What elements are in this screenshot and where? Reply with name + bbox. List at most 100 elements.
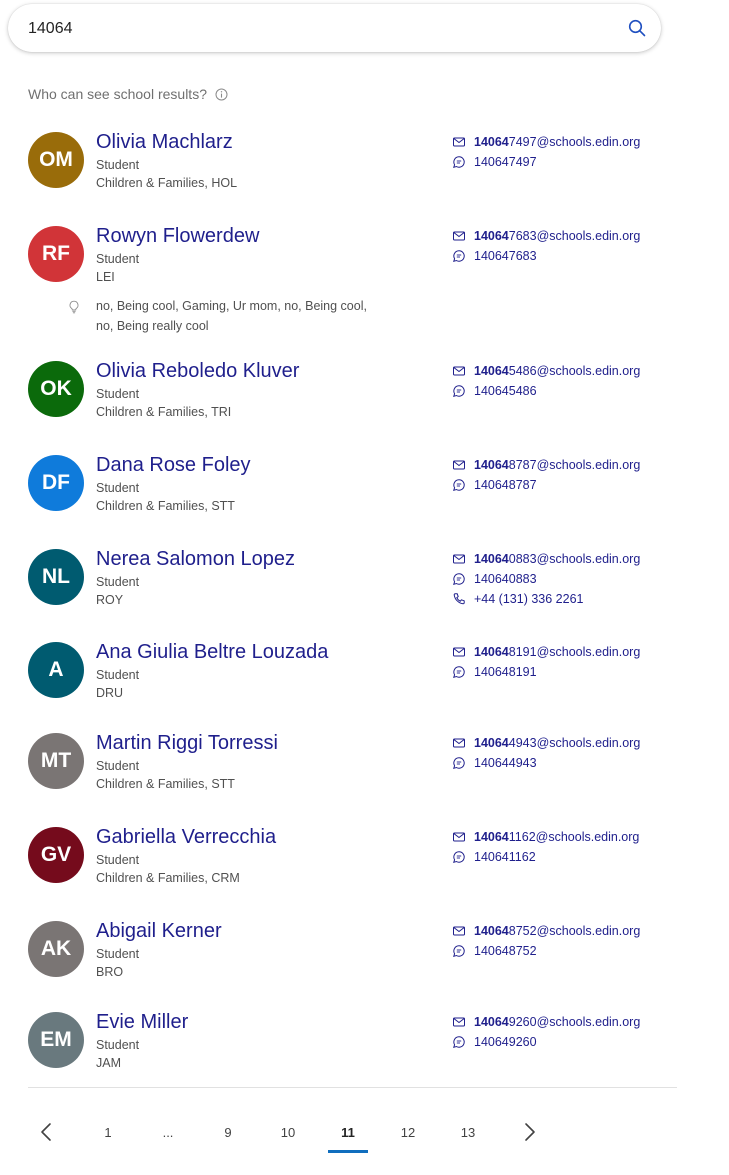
chat-link[interactable]: 140649260 [452, 1033, 537, 1051]
page-13[interactable]: 13 [448, 1112, 488, 1152]
chat-icon [452, 572, 466, 586]
person-name[interactable]: Evie Miller [96, 1011, 188, 1034]
chat-link[interactable]: 140647683 [452, 247, 537, 265]
chat-icon [452, 1035, 466, 1049]
email-rest: 7683@schools.edin.org [508, 229, 641, 243]
chat-link[interactable]: 140648787 [452, 476, 537, 494]
person-name[interactable]: Olivia Reboledo Kluver [96, 360, 299, 383]
next-page-button[interactable] [516, 1118, 544, 1146]
email-link[interactable]: 14064 5486@schools.edin.org [452, 362, 640, 380]
chat-icon [452, 384, 466, 398]
interests-line: no, Being really cool [96, 319, 209, 333]
chat-id: 140640883 [474, 572, 537, 586]
mail-icon [452, 924, 466, 938]
chat-icon [452, 665, 466, 679]
avatar[interactable]: EM [28, 1012, 84, 1068]
chat-id: 140641162 [474, 850, 536, 864]
chat-id: 140647683 [474, 249, 537, 263]
person-name[interactable]: Gabriella Verrecchia [96, 826, 276, 849]
person-department: LEI [96, 270, 115, 284]
avatar[interactable]: OK [28, 361, 84, 417]
email-link[interactable]: 14064 1162@schools.edin.org [452, 828, 639, 846]
mail-icon [452, 645, 466, 659]
person-department: Children & Families, STT [96, 499, 235, 513]
person-name[interactable]: Dana Rose Foley [96, 454, 251, 477]
email-link[interactable]: 14064 8191@schools.edin.org [452, 643, 640, 661]
page-11-current[interactable]: 11 [328, 1112, 368, 1153]
previous-page-button[interactable] [32, 1118, 60, 1146]
mail-icon [452, 135, 466, 149]
chat-link[interactable]: 140648191 [452, 663, 537, 681]
person-name[interactable]: Martin Riggi Torressi [96, 732, 278, 755]
email-match: 14064 [474, 229, 509, 243]
person-name[interactable]: Abigail Kerner [96, 920, 222, 943]
avatar[interactable]: MT [28, 733, 84, 789]
search-box [8, 4, 661, 52]
person-name[interactable]: Nerea Salomon Lopez [96, 548, 295, 571]
email-link[interactable]: 14064 8787@schools.edin.org [452, 456, 640, 474]
search-input[interactable] [28, 18, 608, 40]
chat-link[interactable]: 140640883 [452, 570, 537, 588]
person-department: DRU [96, 686, 124, 700]
phone-number: +44 (131) 336 2261 [474, 592, 584, 606]
person-title: Student [96, 158, 140, 172]
mail-icon [452, 1015, 466, 1029]
email-rest: 8752@schools.edin.org [508, 924, 641, 938]
chat-icon [452, 944, 466, 958]
chat-id: 140648787 [474, 478, 537, 492]
avatar[interactable]: DF [28, 455, 84, 511]
person-name[interactable]: Ana Giulia Beltre Louzada [96, 641, 328, 664]
email-match: 14064 [474, 364, 509, 378]
chat-icon [452, 478, 466, 492]
person-department: ROY [96, 593, 124, 607]
phone-link[interactable]: +44 (131) 336 2261 [452, 590, 583, 608]
search-button[interactable] [625, 16, 649, 40]
mail-icon [452, 830, 466, 844]
avatar[interactable]: A [28, 642, 84, 698]
divider [28, 1087, 677, 1088]
chat-id: 140644943 [474, 756, 537, 770]
chat-link[interactable]: 140641162 [452, 848, 536, 866]
page-ellipsis[interactable]: ... [148, 1112, 188, 1152]
email-link[interactable]: 14064 4943@schools.edin.org [452, 734, 640, 752]
chat-icon [452, 756, 466, 770]
page-1[interactable]: 1 [88, 1112, 128, 1152]
chat-id: 140649260 [474, 1035, 537, 1049]
email-match: 14064 [474, 645, 509, 659]
email-link[interactable]: 14064 7683@schools.edin.org [452, 227, 640, 245]
chat-link[interactable]: 140647497 [452, 153, 537, 171]
person-name[interactable]: Olivia Machlarz [96, 131, 233, 154]
person-name[interactable]: Rowyn Flowerdew [96, 225, 259, 248]
email-link[interactable]: 14064 9260@schools.edin.org [452, 1013, 640, 1031]
email-link[interactable]: 14064 7497@schools.edin.org [452, 133, 640, 151]
email-match: 14064 [474, 552, 509, 566]
avatar[interactable]: RF [28, 226, 84, 282]
avatar[interactable]: AK [28, 921, 84, 977]
chat-link[interactable]: 140645486 [452, 382, 537, 400]
avatar[interactable]: NL [28, 549, 84, 605]
phone-icon [452, 592, 466, 606]
email-rest: 9260@schools.edin.org [508, 1015, 641, 1029]
email-rest: 4943@schools.edin.org [508, 736, 641, 750]
chat-link[interactable]: 140648752 [452, 942, 537, 960]
email-rest: 5486@schools.edin.org [508, 364, 641, 378]
email-link[interactable]: 14064 8752@schools.edin.org [452, 922, 640, 940]
mail-icon [452, 552, 466, 566]
info-icon[interactable] [215, 88, 228, 101]
email-rest: 7497@schools.edin.org [508, 135, 641, 149]
page-12[interactable]: 12 [388, 1112, 428, 1152]
chat-id: 140648191 [474, 665, 537, 679]
page-10[interactable]: 10 [268, 1112, 308, 1152]
chevron-left-icon [41, 1123, 51, 1141]
person-interests: no, Being cool, Gaming, Ur mom, no, Bein… [96, 296, 386, 336]
chat-link[interactable]: 140644943 [452, 754, 537, 772]
page-9[interactable]: 9 [208, 1112, 248, 1152]
interests-line: no, Being cool, Gaming, Ur mom, no, Bein… [96, 299, 367, 313]
mail-icon [452, 229, 466, 243]
person-department: JAM [96, 1056, 121, 1070]
email-match: 14064 [474, 1015, 509, 1029]
avatar[interactable]: OM [28, 132, 84, 188]
person-title: Student [96, 759, 140, 773]
email-link[interactable]: 14064 0883@schools.edin.org [452, 550, 640, 568]
avatar[interactable]: GV [28, 827, 84, 883]
